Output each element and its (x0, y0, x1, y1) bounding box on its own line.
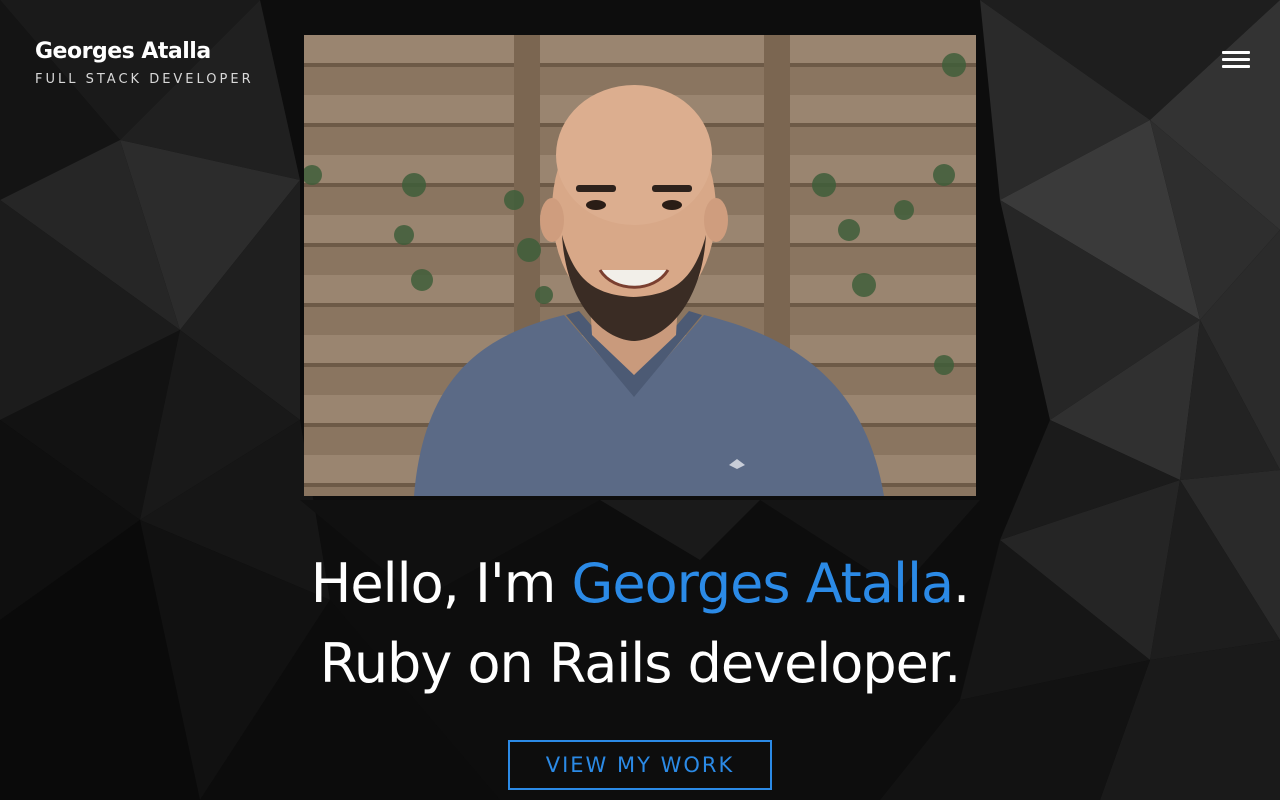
menu-bar-middle (1222, 58, 1250, 61)
hero-greeting: Hello, I'm Georges Atalla. (0, 552, 1280, 615)
hamburger-menu-icon[interactable] (1218, 46, 1254, 74)
profile-photo (304, 35, 976, 496)
greeting-prefix: Hello, I'm (310, 552, 572, 615)
hero-tagline: Ruby on Rails developer. (319, 632, 962, 695)
view-my-work-button[interactable]: VIEW MY WORK (508, 740, 772, 790)
menu-bar-top (1222, 51, 1250, 54)
site-title[interactable]: Georges Atalla (35, 38, 254, 66)
page: Georges Atalla FULL STACK DEVELOPER Hell… (0, 0, 1280, 800)
greeting-name: Georges Atalla (571, 552, 955, 615)
brand[interactable]: Georges Atalla FULL STACK DEVELOPER (35, 38, 254, 87)
site-subtitle: FULL STACK DEVELOPER (35, 72, 254, 87)
greeting-suffix: . (953, 552, 970, 615)
menu-bar-bottom (1222, 65, 1250, 68)
